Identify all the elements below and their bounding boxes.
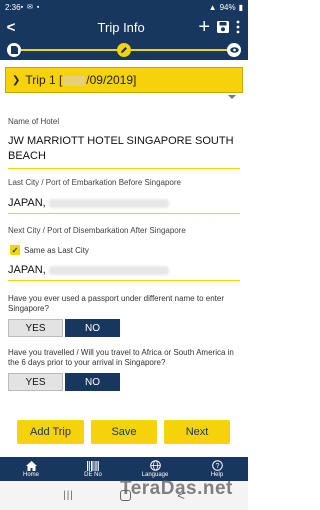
africa-yes-button[interactable]: YES (8, 373, 63, 391)
same-as-last-city-checkbox[interactable]: ✓ Same as Last City (10, 245, 89, 255)
nav-home[interactable]: Home (0, 457, 62, 481)
nav-de-no-label: DE No (84, 471, 102, 478)
status-right: ▲ 94% ▮ (209, 3, 243, 12)
add-trip-button[interactable]: Add Trip (17, 420, 84, 444)
same-as-label: Same as Last City (24, 245, 89, 255)
barcode-icon (87, 460, 99, 471)
disembarkation-value: JAPAN, (8, 264, 46, 276)
status-time: 2:36 (5, 2, 21, 12)
passport-no-button[interactable]: NO (65, 319, 120, 337)
question-africa-travel: Have you travelled / Will you travel to … (8, 348, 234, 367)
trip-label: Trip 1 [ /09/2019] (25, 73, 136, 87)
checkmark-icon: ✓ (10, 245, 20, 255)
dropdown-arrow-icon[interactable] (228, 95, 236, 99)
redacted-city (48, 198, 169, 208)
chevron-down-icon: ❯ (12, 74, 21, 86)
recents-icon[interactable]: ||| (63, 490, 74, 501)
disembarkation-field[interactable]: JAPAN, (8, 264, 240, 281)
step-preview-eye-icon[interactable] (227, 43, 241, 57)
question-passport: Have you ever used a passport under diff… (8, 294, 224, 313)
globe-icon (149, 460, 161, 471)
notification-icons: ▪ ✉ ▪ (20, 4, 41, 11)
battery-icon: ▮ (238, 2, 243, 12)
passport-yes-button[interactable]: YES (8, 319, 63, 337)
embarkation-value: JAPAN, (8, 197, 46, 209)
passport-toggle: YES NO (8, 319, 120, 337)
next-button[interactable]: Next (164, 420, 230, 444)
embarkation-field[interactable]: JAPAN, (8, 197, 240, 214)
status-battery: 94% (219, 2, 236, 12)
save-button[interactable]: Save (91, 420, 157, 444)
nav-home-label: Home (22, 471, 39, 478)
header-actions: + (198, 17, 248, 37)
redacted-date (63, 75, 86, 86)
nav-de-no[interactable]: DE No (62, 457, 124, 481)
hotel-field[interactable]: JW MARRIOTT HOTEL SINGAPORE SOUTH BEACH (8, 134, 240, 169)
trip-suffix: /09/2019] (86, 73, 137, 87)
page-title: Trip Info (97, 19, 145, 35)
disembarkation-label: Next City / Port of Disembarkation After… (8, 226, 186, 235)
africa-travel-toggle: YES NO (8, 373, 120, 391)
svg-text:?: ? (215, 463, 219, 470)
step-edit-icon[interactable] (117, 43, 131, 57)
more-vertical-icon[interactable] (236, 20, 240, 34)
progress-stepper (0, 40, 248, 60)
app-header: < Trip Info + (0, 14, 248, 40)
back-arrow-icon[interactable]: < (0, 19, 22, 36)
status-bar: 2:36 ▪ ✉ ▪ ▲ 94% ▮ (0, 0, 248, 14)
home-icon (25, 460, 37, 471)
africa-no-button[interactable]: NO (65, 373, 120, 391)
embarkation-label: Last City / Port of Embarkation Before S… (8, 178, 181, 187)
hotel-label: Name of Hotel (8, 117, 60, 126)
help-icon: ? (211, 460, 223, 471)
trip-prefix: Trip 1 [ (25, 73, 63, 87)
step-document-icon[interactable] (7, 43, 21, 57)
redacted-city (48, 265, 169, 275)
add-icon[interactable]: + (198, 17, 210, 37)
watermark: TeraDas.net (120, 478, 233, 499)
trip-selector[interactable]: ❯ Trip 1 [ /09/2019] (5, 67, 243, 93)
signal-icon: ▲ (208, 2, 217, 12)
save-icon[interactable] (216, 20, 230, 34)
